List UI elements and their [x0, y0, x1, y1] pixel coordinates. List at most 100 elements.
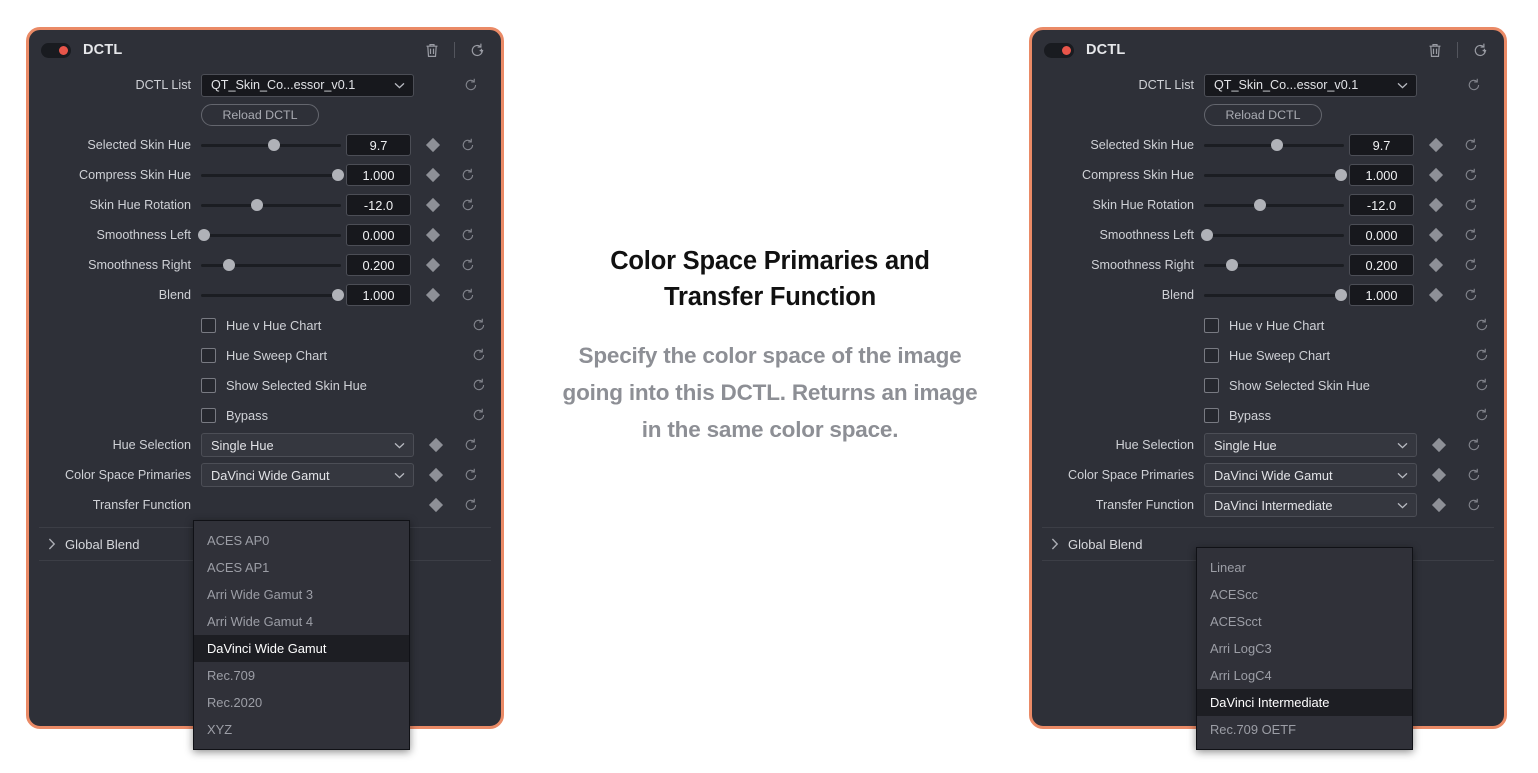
reset-icon[interactable] — [460, 167, 476, 183]
slider-knob[interactable] — [1335, 169, 1348, 181]
dropdown-option[interactable]: DaVinci Wide Gamut — [194, 635, 409, 662]
slider-knob[interactable] — [1270, 139, 1283, 151]
slider-knob[interactable] — [332, 169, 345, 181]
dropdown-option[interactable]: Arri LogC4 — [1197, 662, 1412, 689]
slider-value[interactable]: 1.000 — [346, 164, 411, 186]
reset-icon[interactable] — [1463, 197, 1479, 213]
reset-icon[interactable] — [460, 197, 476, 213]
slider-value[interactable]: -12.0 — [1349, 194, 1414, 216]
slider-3[interactable] — [197, 225, 341, 245]
dropdown-option[interactable]: ACEScct — [1197, 608, 1412, 635]
reset-icon[interactable] — [463, 467, 479, 483]
slider-1[interactable] — [201, 165, 345, 185]
slider-0[interactable] — [1204, 135, 1344, 155]
reload-dctl-button[interactable]: Reload DCTL — [1204, 104, 1322, 126]
reset-icon[interactable] — [1474, 377, 1490, 393]
keyframe-diamond[interactable] — [1428, 167, 1444, 183]
reset-icon[interactable] — [471, 407, 487, 423]
keyframe-diamond[interactable] — [1431, 497, 1447, 513]
slider-value[interactable]: 0.000 — [1349, 224, 1414, 246]
reset-icon[interactable] — [1463, 167, 1479, 183]
slider-5[interactable] — [1204, 285, 1348, 305]
slider-knob[interactable] — [223, 259, 235, 271]
slider-value[interactable]: 1.000 — [1349, 284, 1414, 306]
dropdown-option[interactable]: Arri Wide Gamut 3 — [194, 581, 409, 608]
reset-icon[interactable] — [1466, 497, 1482, 513]
color-space-primaries-dropdown[interactable]: DaVinci Wide Gamut — [1204, 463, 1417, 487]
checkbox-0[interactable] — [201, 317, 216, 333]
hue-selection-dropdown[interactable]: Single Hue — [1204, 433, 1417, 457]
slider-4[interactable] — [1204, 255, 1344, 275]
checkbox-3[interactable] — [1204, 407, 1219, 423]
dropdown-option[interactable]: DaVinci Intermediate — [1197, 689, 1412, 716]
keyframe-diamond[interactable] — [425, 137, 441, 153]
trash-icon[interactable] — [1425, 40, 1445, 60]
keyframe-diamond[interactable] — [1428, 257, 1444, 273]
dropdown-option[interactable]: ACES AP1 — [194, 554, 409, 581]
checkbox-1[interactable] — [201, 347, 216, 363]
keyframe-diamond[interactable] — [425, 197, 441, 213]
reset-icon[interactable] — [460, 137, 476, 153]
reload-dctl-button[interactable]: Reload DCTL — [201, 104, 319, 126]
keyframe-diamond[interactable] — [425, 257, 441, 273]
transfer-function-dropdown-list[interactable]: Linear ACEScc ACEScct Arri LogC3 Arri LogC4 D… — [1196, 547, 1413, 750]
dropdown-option[interactable]: Rec.2020 — [194, 689, 409, 716]
keyframe-diamond[interactable] — [1431, 467, 1447, 483]
slider-value[interactable]: 0.200 — [346, 254, 411, 276]
slider-5[interactable] — [201, 285, 345, 305]
dropdown-option[interactable]: Rec.709 — [194, 662, 409, 689]
slider-0[interactable] — [201, 135, 341, 155]
dropdown-option[interactable]: Arri LogC3 — [1197, 635, 1412, 662]
slider-knob[interactable] — [1200, 229, 1213, 241]
dropdown-option[interactable]: Linear — [1197, 554, 1412, 581]
reset-icon[interactable] — [463, 77, 479, 93]
slider-knob[interactable] — [1226, 259, 1238, 271]
keyframe-diamond[interactable] — [1428, 287, 1444, 303]
reset-icon[interactable] — [1466, 467, 1482, 483]
slider-knob[interactable] — [1335, 289, 1348, 301]
hue-selection-dropdown[interactable]: Single Hue — [201, 433, 414, 457]
slider-value[interactable]: 0.000 — [346, 224, 411, 246]
slider-2[interactable] — [201, 195, 341, 215]
checkbox-1[interactable] — [1204, 347, 1219, 363]
slider-knob[interactable] — [332, 289, 345, 301]
reset-icon[interactable] — [1474, 407, 1490, 423]
slider-4[interactable] — [201, 255, 341, 275]
slider-1[interactable] — [1204, 165, 1348, 185]
slider-2[interactable] — [1204, 195, 1344, 215]
keyframe-diamond[interactable] — [1428, 227, 1444, 243]
keyframe-diamond[interactable] — [428, 467, 444, 483]
keyframe-diamond[interactable] — [1428, 137, 1444, 153]
slider-value[interactable]: -12.0 — [346, 194, 411, 216]
transfer-function-dropdown[interactable]: DaVinci Intermediate — [1204, 493, 1417, 517]
dropdown-option[interactable]: Arri Wide Gamut 4 — [194, 608, 409, 635]
reset-icon[interactable] — [1466, 437, 1482, 453]
enable-toggle[interactable] — [41, 42, 71, 58]
keyframe-diamond[interactable] — [425, 287, 441, 303]
reset-icon[interactable] — [1463, 287, 1479, 303]
keyframe-diamond[interactable] — [428, 497, 444, 513]
reset-add-icon[interactable] — [467, 40, 487, 60]
checkbox-3[interactable] — [201, 407, 216, 423]
slider-value[interactable]: 0.200 — [1349, 254, 1414, 276]
checkbox-0[interactable] — [1204, 317, 1219, 333]
keyframe-diamond[interactable] — [425, 227, 441, 243]
reset-icon[interactable] — [1474, 347, 1490, 363]
slider-value[interactable]: 9.7 — [346, 134, 411, 156]
keyframe-diamond[interactable] — [1431, 437, 1447, 453]
reset-icon[interactable] — [463, 497, 479, 513]
dropdown-option[interactable]: Rec.709 OETF — [1197, 716, 1412, 743]
slider-knob[interactable] — [267, 139, 280, 151]
reset-icon[interactable] — [1463, 257, 1479, 273]
reset-icon[interactable] — [460, 257, 476, 273]
dropdown-option[interactable]: ACES AP0 — [194, 527, 409, 554]
dctl-list-dropdown[interactable]: QT_Skin_Co...essor_v0.1 — [201, 73, 414, 97]
dropdown-option[interactable]: XYZ — [194, 716, 409, 743]
reset-icon[interactable] — [1463, 227, 1479, 243]
reset-icon[interactable] — [1463, 137, 1479, 153]
trash-icon[interactable] — [422, 40, 442, 60]
keyframe-diamond[interactable] — [1428, 197, 1444, 213]
slider-knob[interactable] — [197, 229, 210, 241]
slider-value[interactable]: 9.7 — [1349, 134, 1414, 156]
reset-add-icon[interactable] — [1470, 40, 1490, 60]
